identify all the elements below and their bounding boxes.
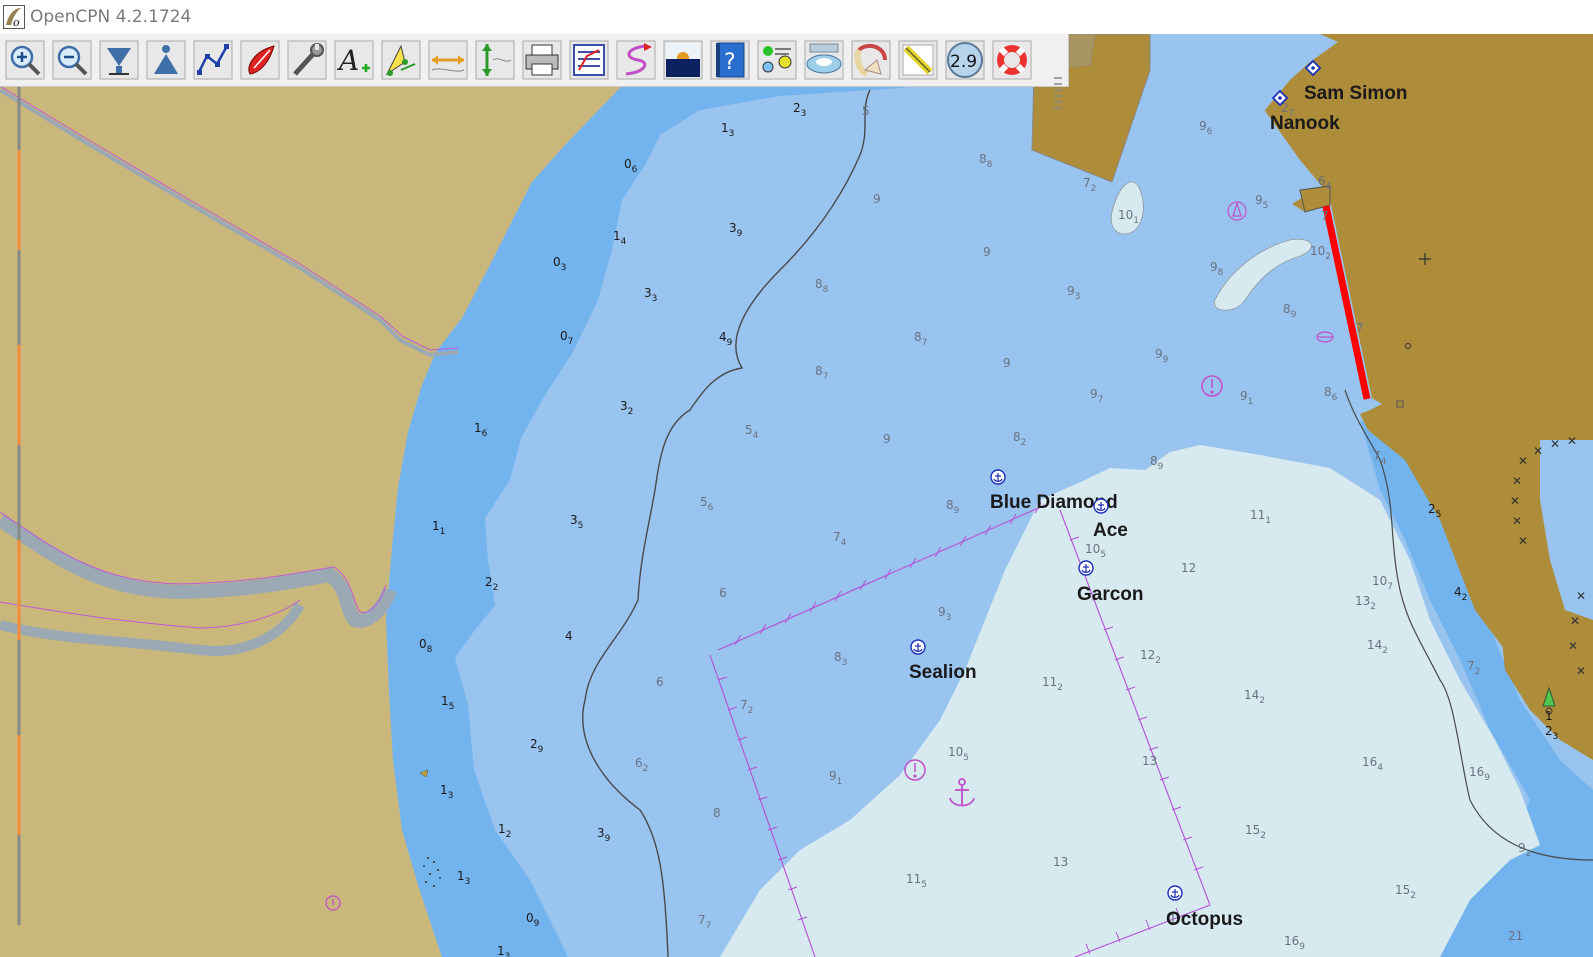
help-button[interactable]: ?: [710, 40, 750, 80]
compass-button[interactable]: 2.9: [945, 40, 985, 80]
svg-text:✕: ✕: [1550, 437, 1560, 451]
sounding-label: 13: [1053, 855, 1068, 869]
sounding-label: 13: [1142, 754, 1157, 768]
settings-button[interactable]: [287, 40, 327, 80]
title-bar: o OpenCPN 4.2.1724: [0, 0, 1593, 34]
route-icon: [193, 40, 233, 80]
follow-ownship-button[interactable]: [240, 40, 280, 80]
svg-text:?: ?: [724, 50, 736, 75]
svg-text:✕: ✕: [1512, 474, 1522, 488]
sounding-label: 9: [873, 192, 881, 206]
zoom-out-icon: [52, 40, 92, 80]
window-title: OpenCPN 4.2.1724: [30, 7, 192, 27]
zoom-out-button[interactable]: [52, 40, 92, 80]
waypoint-label: Nanook: [1270, 113, 1340, 134]
svg-text:o: o: [13, 16, 20, 29]
zoom-in-button[interactable]: [5, 40, 45, 80]
waypoint-label: Sealion: [909, 662, 977, 683]
sounding-label: 6: [656, 675, 664, 689]
sounding-label: 7: [1356, 321, 1364, 335]
sounding-label: 7: [1321, 209, 1329, 223]
sounding-label: 8: [713, 806, 721, 820]
svg-text:✕: ✕: [1533, 444, 1543, 458]
sounding-label: 4: [565, 629, 573, 643]
svg-text:✕: ✕: [1510, 494, 1520, 508]
mob-button[interactable]: [992, 40, 1032, 80]
ais-icon: [757, 40, 797, 80]
ownship-icon: [240, 40, 280, 80]
scale-in-button[interactable]: [99, 40, 139, 80]
toolbar-grip-handle[interactable]: [1052, 74, 1064, 116]
sounding-label: 9: [983, 245, 991, 259]
zoom-in-icon: [5, 40, 45, 80]
ais-button[interactable]: [757, 40, 797, 80]
sounding-label: 9: [1003, 356, 1011, 370]
wrench-icon: [287, 40, 327, 80]
svg-text:✕: ✕: [1518, 454, 1528, 468]
sounding-label: 9: [883, 432, 891, 446]
measure-icon: [898, 40, 938, 80]
svg-text:✕: ✕: [1576, 664, 1586, 678]
scale-out-button[interactable]: [146, 40, 186, 80]
help-icon: ?: [710, 40, 750, 80]
measure-button[interactable]: [898, 40, 938, 80]
tide-current-icon: [381, 40, 421, 80]
rotate-button[interactable]: [851, 40, 891, 80]
chart-downloader-button[interactable]: [804, 40, 844, 80]
route-manager-icon: [569, 40, 609, 80]
tracks-button[interactable]: [475, 40, 515, 80]
opencpn-app-icon: o: [3, 5, 25, 29]
rotate-icon: [851, 40, 891, 80]
text-tool-button[interactable]: A: [334, 40, 374, 80]
svg-text:✕: ✕: [1512, 514, 1522, 528]
route-manager-button[interactable]: [569, 40, 609, 80]
svg-text:✕: ✕: [1576, 589, 1586, 603]
current-button[interactable]: [381, 40, 421, 80]
text-icon: A: [334, 40, 374, 80]
waypoint-label: Sam Simon: [1304, 83, 1407, 104]
tide-icon: [428, 40, 468, 80]
scale-out-icon: [146, 40, 186, 80]
printer-icon: [522, 40, 562, 80]
sounding-label: 12: [1181, 561, 1196, 575]
track-icon: [616, 40, 656, 80]
scale-in-icon: [99, 40, 139, 80]
svg-text:✕: ✕: [1518, 534, 1528, 548]
svg-text:A: A: [336, 44, 359, 77]
svg-text:✕: ✕: [1568, 639, 1578, 653]
sounding-label: 5: [862, 104, 870, 118]
route-button[interactable]: [193, 40, 233, 80]
waypoint-center-dot: [1278, 96, 1282, 100]
waypoint-label: Octopus: [1166, 909, 1243, 930]
lifebuoy-icon: [992, 40, 1032, 80]
color-scheme-button[interactable]: [663, 40, 703, 80]
track-button[interactable]: [616, 40, 656, 80]
waypoint-center-dot: [1311, 66, 1315, 70]
tracks-icon: [475, 40, 515, 80]
main-toolbar: A ? 2.9: [0, 34, 1069, 109]
svg-text:2.9: 2.9: [950, 52, 977, 72]
tide-button[interactable]: [428, 40, 468, 80]
sounding-label: 6: [719, 586, 727, 600]
waypoint-label: Ace: [1093, 520, 1128, 541]
color-scheme-icon: [663, 40, 703, 80]
waypoint-label: Garcon: [1077, 584, 1144, 605]
svg-text:✕: ✕: [1567, 434, 1577, 448]
sounding-label: 21: [1508, 929, 1523, 943]
svg-text:✕: ✕: [1570, 614, 1580, 628]
nautical-chart-canvas[interactable]: ✕ ✕ ✕ ✕ ✕ ✕ ✕ ✕ ✕ ✕ ✕ ✕ 23 13 06 14 03 39 33 07 49 32 16 11 3…: [0, 34, 1593, 957]
chart-downloader-icon: [804, 40, 844, 80]
compass-icon: 2.9: [945, 40, 985, 80]
print-button[interactable]: [522, 40, 562, 80]
